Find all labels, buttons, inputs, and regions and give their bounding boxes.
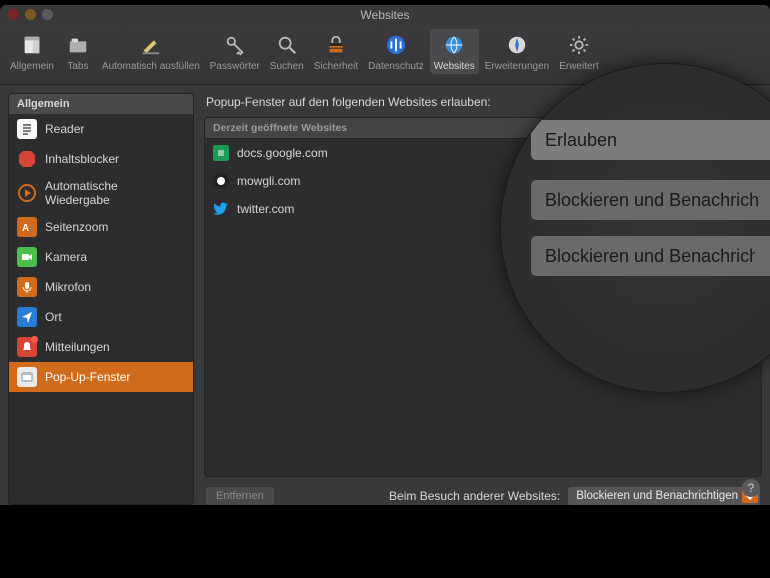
close-icon[interactable] — [8, 9, 19, 20]
twitter-icon — [213, 201, 229, 217]
sidebar-item-notifications[interactable]: Mitteilungen — [9, 332, 193, 362]
window-icon — [17, 367, 37, 387]
play-icon — [17, 183, 37, 203]
tab-label: Datenschutz — [368, 61, 424, 72]
tab-label: Tabs — [67, 61, 88, 72]
default-policy-label: Beim Besuch anderer Websites: — [389, 489, 560, 503]
location-icon — [17, 307, 37, 327]
camera-icon — [17, 247, 37, 267]
sidebar-item-label: Ort — [45, 310, 62, 324]
main-footer: Entfernen Beim Besuch anderer Websites: … — [204, 477, 762, 505]
sidebar-item-reader[interactable]: Reader — [9, 114, 193, 144]
search-icon — [273, 31, 301, 59]
compass-icon — [503, 31, 531, 59]
site-domain: twitter.com — [237, 202, 294, 216]
favicon-icon — [213, 173, 229, 189]
tab-label: Websites — [434, 61, 475, 72]
zoom-icon: A — [17, 217, 37, 237]
sidebar-item-autoplay[interactable]: Automatische Wiedergabe — [9, 174, 193, 212]
sidebar-item-label: Mikrofon — [45, 280, 91, 294]
site-domain: mowgli.com — [237, 174, 300, 188]
key-icon — [221, 31, 249, 59]
sidebar-item-label: Inhaltsblocker — [45, 152, 119, 166]
sidebar-item-popups[interactable]: Pop-Up-Fenster — [9, 362, 193, 392]
sidebar-item-microphone[interactable]: Mikrofon — [9, 272, 193, 302]
zoom-window-icon[interactable] — [42, 9, 53, 20]
tab-label: Sicherheit — [314, 61, 358, 72]
help-button[interactable]: ? — [742, 479, 760, 497]
sidebar-item-label: Seitenzoom — [45, 220, 108, 234]
tab-advanced[interactable]: Erweitert — [555, 29, 602, 74]
menu-option-label: Blockieren und Benachrichtigen — [545, 246, 755, 267]
menu-option-block-notify-2[interactable]: Blockieren und Benachrichtigen — [531, 236, 770, 276]
tab-tabs[interactable]: Tabs — [60, 29, 96, 74]
tabs-icon — [64, 31, 92, 59]
sidebar-item-page-zoom[interactable]: A Seitenzoom — [9, 212, 193, 242]
sidebar-item-label: Pop-Up-Fenster — [45, 370, 130, 384]
default-policy-select[interactable]: Blockieren und Benachrichtigen — [568, 487, 760, 505]
menu-option-allow[interactable]: Erlauben — [531, 120, 770, 160]
tab-search[interactable]: Suchen — [266, 29, 308, 74]
sidebar-item-label: Mitteilungen — [45, 340, 110, 354]
sidebar-item-location[interactable]: Ort — [9, 302, 193, 332]
minimize-icon[interactable] — [25, 9, 36, 20]
sidebar-header: Allgemein — [9, 94, 193, 114]
tab-extensions[interactable]: Erweiterungen — [481, 29, 553, 74]
stop-icon — [17, 149, 37, 169]
titlebar: Websites — [0, 5, 770, 25]
tab-label: Erweitert — [559, 61, 598, 72]
tab-label: Allgemein — [10, 61, 54, 72]
combo-value: Blockieren und Benachrichtigen — [576, 490, 738, 502]
tab-passwords[interactable]: Passwörter — [206, 29, 264, 74]
notification-badge-icon — [31, 336, 38, 343]
menu-option-label: Erlauben — [545, 130, 617, 151]
sidebar-item-camera[interactable]: Kamera — [9, 242, 193, 272]
privacy-icon — [382, 31, 410, 59]
bell-icon — [17, 337, 37, 357]
sidebar-item-label: Automatische Wiedergabe — [45, 179, 185, 207]
traffic-lights — [8, 9, 53, 20]
google-docs-icon — [213, 145, 229, 161]
tab-label: Suchen — [270, 61, 304, 72]
globe-icon — [440, 31, 468, 59]
autofill-icon — [137, 31, 165, 59]
tab-websites[interactable]: Websites — [430, 29, 479, 74]
sidebar: Allgemein Reader Inhaltsblocker Automati… — [8, 93, 194, 505]
tab-label: Erweiterungen — [485, 61, 549, 72]
sidebar-item-label: Reader — [45, 122, 84, 136]
svg-text:A: A — [22, 223, 29, 234]
tab-security[interactable]: Sicherheit — [310, 29, 362, 74]
gear-icon — [565, 31, 593, 59]
window-title: Websites — [0, 8, 770, 22]
tab-label: Passwörter — [210, 61, 260, 72]
tab-label: Automatisch ausfüllen — [102, 61, 200, 72]
reader-icon — [17, 119, 37, 139]
menu-option-label: Blockieren und Benachrichtigen — [545, 190, 760, 211]
microphone-icon — [17, 277, 37, 297]
general-icon — [18, 31, 46, 59]
tab-privacy[interactable]: Datenschutz — [364, 29, 428, 74]
site-domain: docs.google.com — [237, 146, 328, 160]
menu-option-block-notify[interactable]: Blockieren und Benachrichtigen — [531, 180, 770, 220]
tab-general[interactable]: Allgemein — [6, 29, 58, 74]
security-icon — [322, 31, 350, 59]
sidebar-item-label: Kamera — [45, 250, 87, 264]
tab-autofill[interactable]: Automatisch ausfüllen — [98, 29, 204, 74]
remove-button[interactable]: Entfernen — [206, 487, 274, 505]
sidebar-item-content-blockers[interactable]: Inhaltsblocker — [9, 144, 193, 174]
